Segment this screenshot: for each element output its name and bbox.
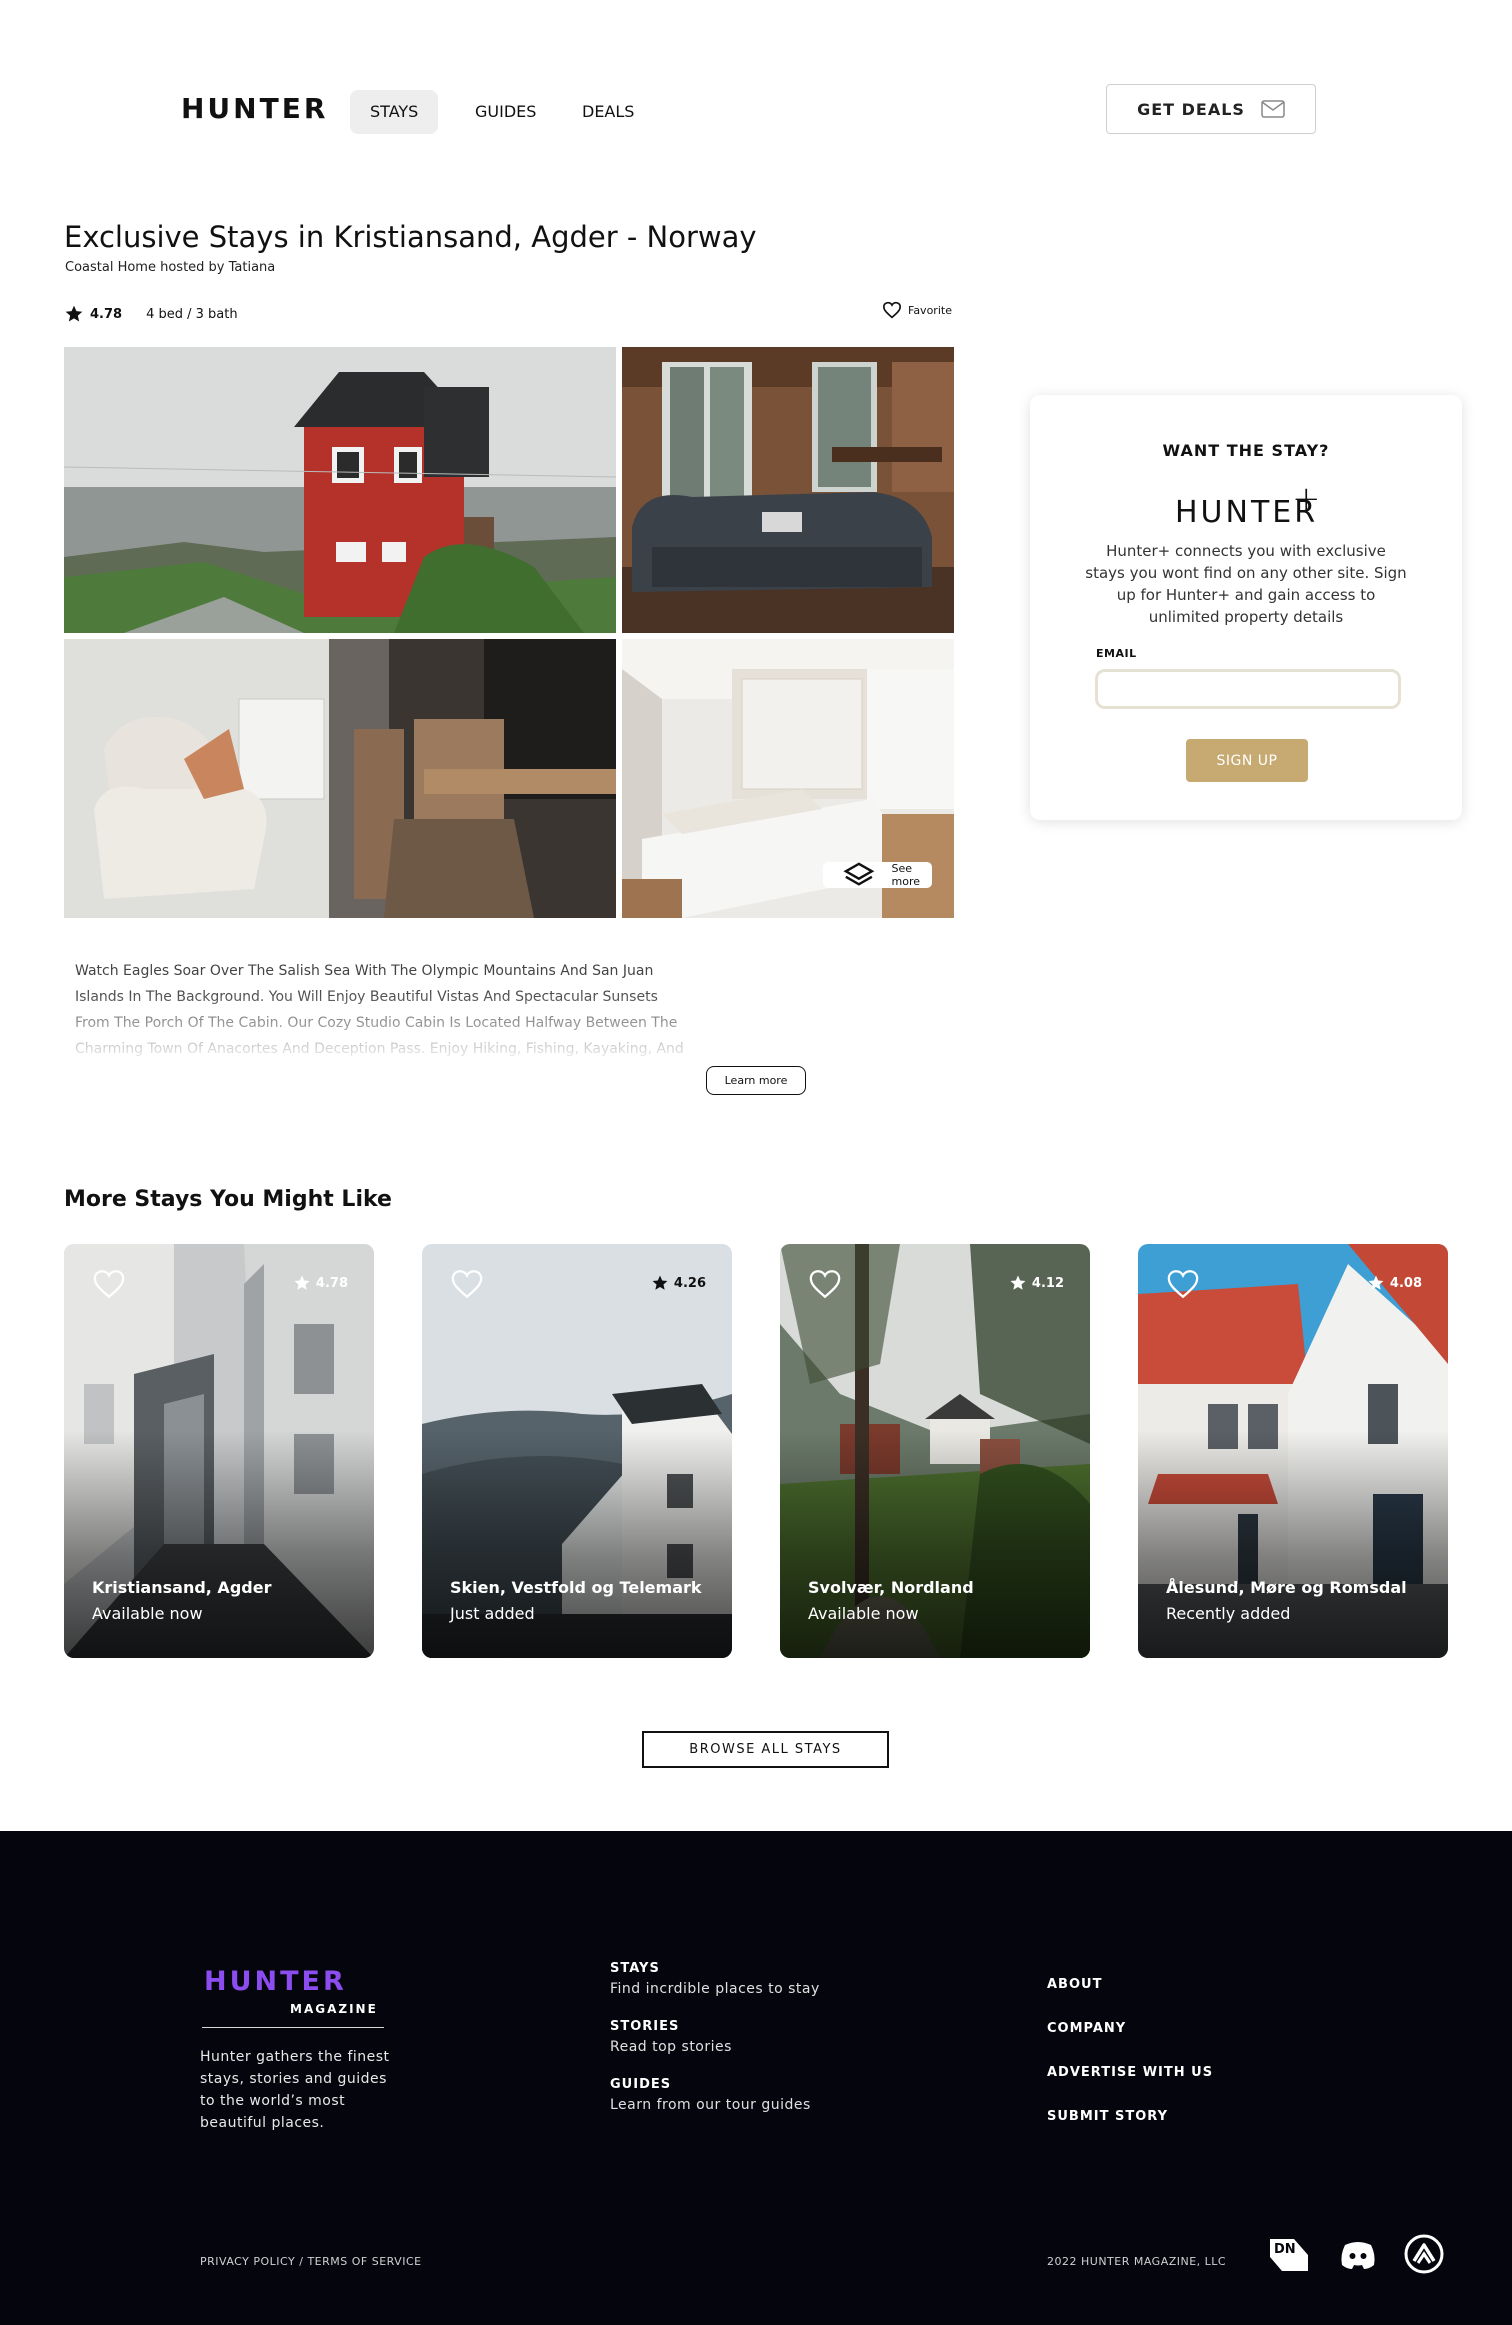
description-fade [60, 990, 710, 1070]
star-icon [1368, 1275, 1384, 1290]
card-location: Svolvær, Nordland [808, 1578, 974, 1597]
footer-links: ABOUT COMPANY ADVERTISE WITH US SUBMIT S… [1047, 1977, 1213, 2153]
listing-rating: 4.78 [90, 306, 123, 322]
nav-deals[interactable]: DEALS [562, 90, 654, 134]
photo-exterior[interactable] [64, 347, 616, 633]
nav-stays[interactable]: STAYS [350, 90, 439, 134]
card-overlay [780, 1430, 1090, 1658]
card-location: Skien, Vestfold og Telemark [450, 1578, 702, 1597]
card-status: Just added [450, 1604, 535, 1623]
mail-icon [1261, 100, 1285, 118]
footer-section-text: Read top stories [610, 2039, 732, 2055]
card-location: Kristiansand, Agder [92, 1578, 272, 1597]
footer-section-guides[interactable]: GUIDES Learn from our tour guides [610, 2077, 820, 2113]
heart-icon [882, 301, 902, 319]
footer-section-stories[interactable]: STORIES Read top stories [610, 2019, 820, 2055]
card-rating: 4.12 [1009, 1274, 1064, 1292]
stay-card[interactable]: 4.08 Ålesund, Møre og Romsdal Recently a… [1138, 1244, 1448, 1658]
nav-guides[interactable]: GUIDES [455, 90, 556, 134]
star-icon [1010, 1275, 1026, 1290]
plus-icon: + [1292, 479, 1321, 519]
heart-icon[interactable] [808, 1268, 842, 1300]
sign-up-button[interactable]: SIGN UP [1186, 739, 1308, 782]
signup-card: WANT THE STAY? HUNTER + Hunter+ connects… [1030, 395, 1462, 820]
footer-section-text: Learn from our tour guides [610, 2097, 811, 2113]
signup-description: Hunter+ connects you with exclusive stay… [1085, 542, 1407, 626]
card-rating-value: 4.12 [1031, 1275, 1064, 1291]
footer-link-submit-story[interactable]: SUBMIT STORY [1047, 2109, 1213, 2124]
discord-icon[interactable] [1337, 2233, 1379, 2275]
card-status: Available now [92, 1604, 203, 1623]
copyright: 2022 HUNTER MAGAZINE, LLC [1047, 2255, 1227, 2268]
card-rating-value: 4.08 [1389, 1275, 1422, 1291]
listing-meta: 4.78 4 bed / 3 bath [64, 304, 238, 324]
get-deals-label: GET DEALS [1137, 99, 1245, 119]
card-overlay [64, 1430, 374, 1658]
card-rating: 4.78 [293, 1274, 348, 1292]
email-field[interactable] [1095, 669, 1401, 709]
footer-section-title[interactable]: STORIES [610, 2019, 820, 2034]
footer-section-stays[interactable]: STAYS Find incrdible places to stay [610, 1961, 820, 1997]
card-status: Recently added [1166, 1604, 1291, 1623]
star-icon [294, 1275, 310, 1290]
footer-section-title[interactable]: GUIDES [610, 2077, 820, 2092]
footer-logo[interactable]: HUNTER [204, 1966, 347, 1997]
favorite-button[interactable]: Favorite [882, 301, 952, 319]
email-label: EMAIL [1096, 647, 1137, 660]
photo-gallery: See more [64, 347, 954, 918]
photo-armchair[interactable] [64, 639, 616, 918]
favorite-label: Favorite [908, 303, 952, 317]
page-title: Exclusive Stays in Kristiansand, Agder -… [64, 220, 757, 254]
footer: HUNTER MAGAZINE Hunter gathers the fines… [0, 1831, 1512, 2325]
stay-card[interactable]: 4.78 Kristiansand, Agder Available now [64, 1244, 374, 1658]
host-line: Coastal Home hosted by Tatiana [65, 260, 276, 275]
dev-icon[interactable]: DN [1268, 2233, 1310, 2275]
card-overlay [1138, 1430, 1448, 1658]
footer-section-title[interactable]: STAYS [610, 1961, 820, 1976]
card-location: Ålesund, Møre og Romsdal [1166, 1578, 1407, 1597]
signup-heading: WANT THE STAY? [1162, 441, 1330, 460]
stay-card[interactable]: 4.26 Skien, Vestfold og Telemark Just ad… [422, 1244, 732, 1658]
footer-link-advertise[interactable]: ADVERTISE WITH US [1047, 2065, 1213, 2080]
codepen-icon[interactable] [1403, 2233, 1445, 2275]
footer-link-company[interactable]: COMPANY [1047, 2021, 1213, 2036]
see-more-button[interactable]: See more [822, 862, 932, 888]
heart-icon[interactable] [1166, 1268, 1200, 1300]
logo[interactable]: HUNTER [181, 92, 328, 125]
browse-all-stays-button[interactable]: BROWSE ALL STAYS [642, 1731, 889, 1768]
photo-living-room[interactable] [622, 347, 954, 633]
footer-sections: STAYS Find incrdible places to stay STOR… [610, 1961, 820, 2135]
footer-divider [202, 2027, 384, 2028]
card-status: Available now [808, 1604, 919, 1623]
footer-logo-subtitle: MAGAZINE [290, 2002, 378, 2016]
more-stays-title: More Stays You Might Like [64, 1187, 392, 1212]
star-icon [65, 305, 83, 322]
svg-text:DN: DN [1274, 2242, 1296, 2257]
get-deals-button[interactable]: GET DEALS [1106, 84, 1316, 134]
bed-bath: 4 bed / 3 bath [146, 306, 238, 322]
star-icon [652, 1275, 668, 1290]
card-rating: 4.26 [651, 1274, 706, 1292]
see-more-label: See more [891, 862, 921, 888]
heart-icon[interactable] [450, 1268, 484, 1300]
legal-links[interactable]: PRIVACY POLICY / TERMS OF SERVICE [200, 2255, 422, 2268]
card-rating-value: 4.26 [673, 1275, 706, 1291]
footer-section-text: Find incrdible places to stay [610, 1981, 820, 1997]
footer-about: Hunter gathers the finest stays, stories… [200, 2049, 390, 2131]
card-rating-value: 4.78 [315, 1275, 348, 1291]
layers-icon [843, 862, 875, 886]
card-overlay [422, 1430, 732, 1658]
stay-card[interactable]: 4.12 Svolvær, Nordland Available now [780, 1244, 1090, 1658]
card-rating: 4.08 [1367, 1274, 1422, 1292]
footer-link-about[interactable]: ABOUT [1047, 1977, 1213, 1992]
photo-bedroom[interactable]: See more [622, 639, 954, 918]
heart-icon[interactable] [92, 1268, 126, 1300]
learn-more-button[interactable]: Learn more [706, 1066, 806, 1095]
